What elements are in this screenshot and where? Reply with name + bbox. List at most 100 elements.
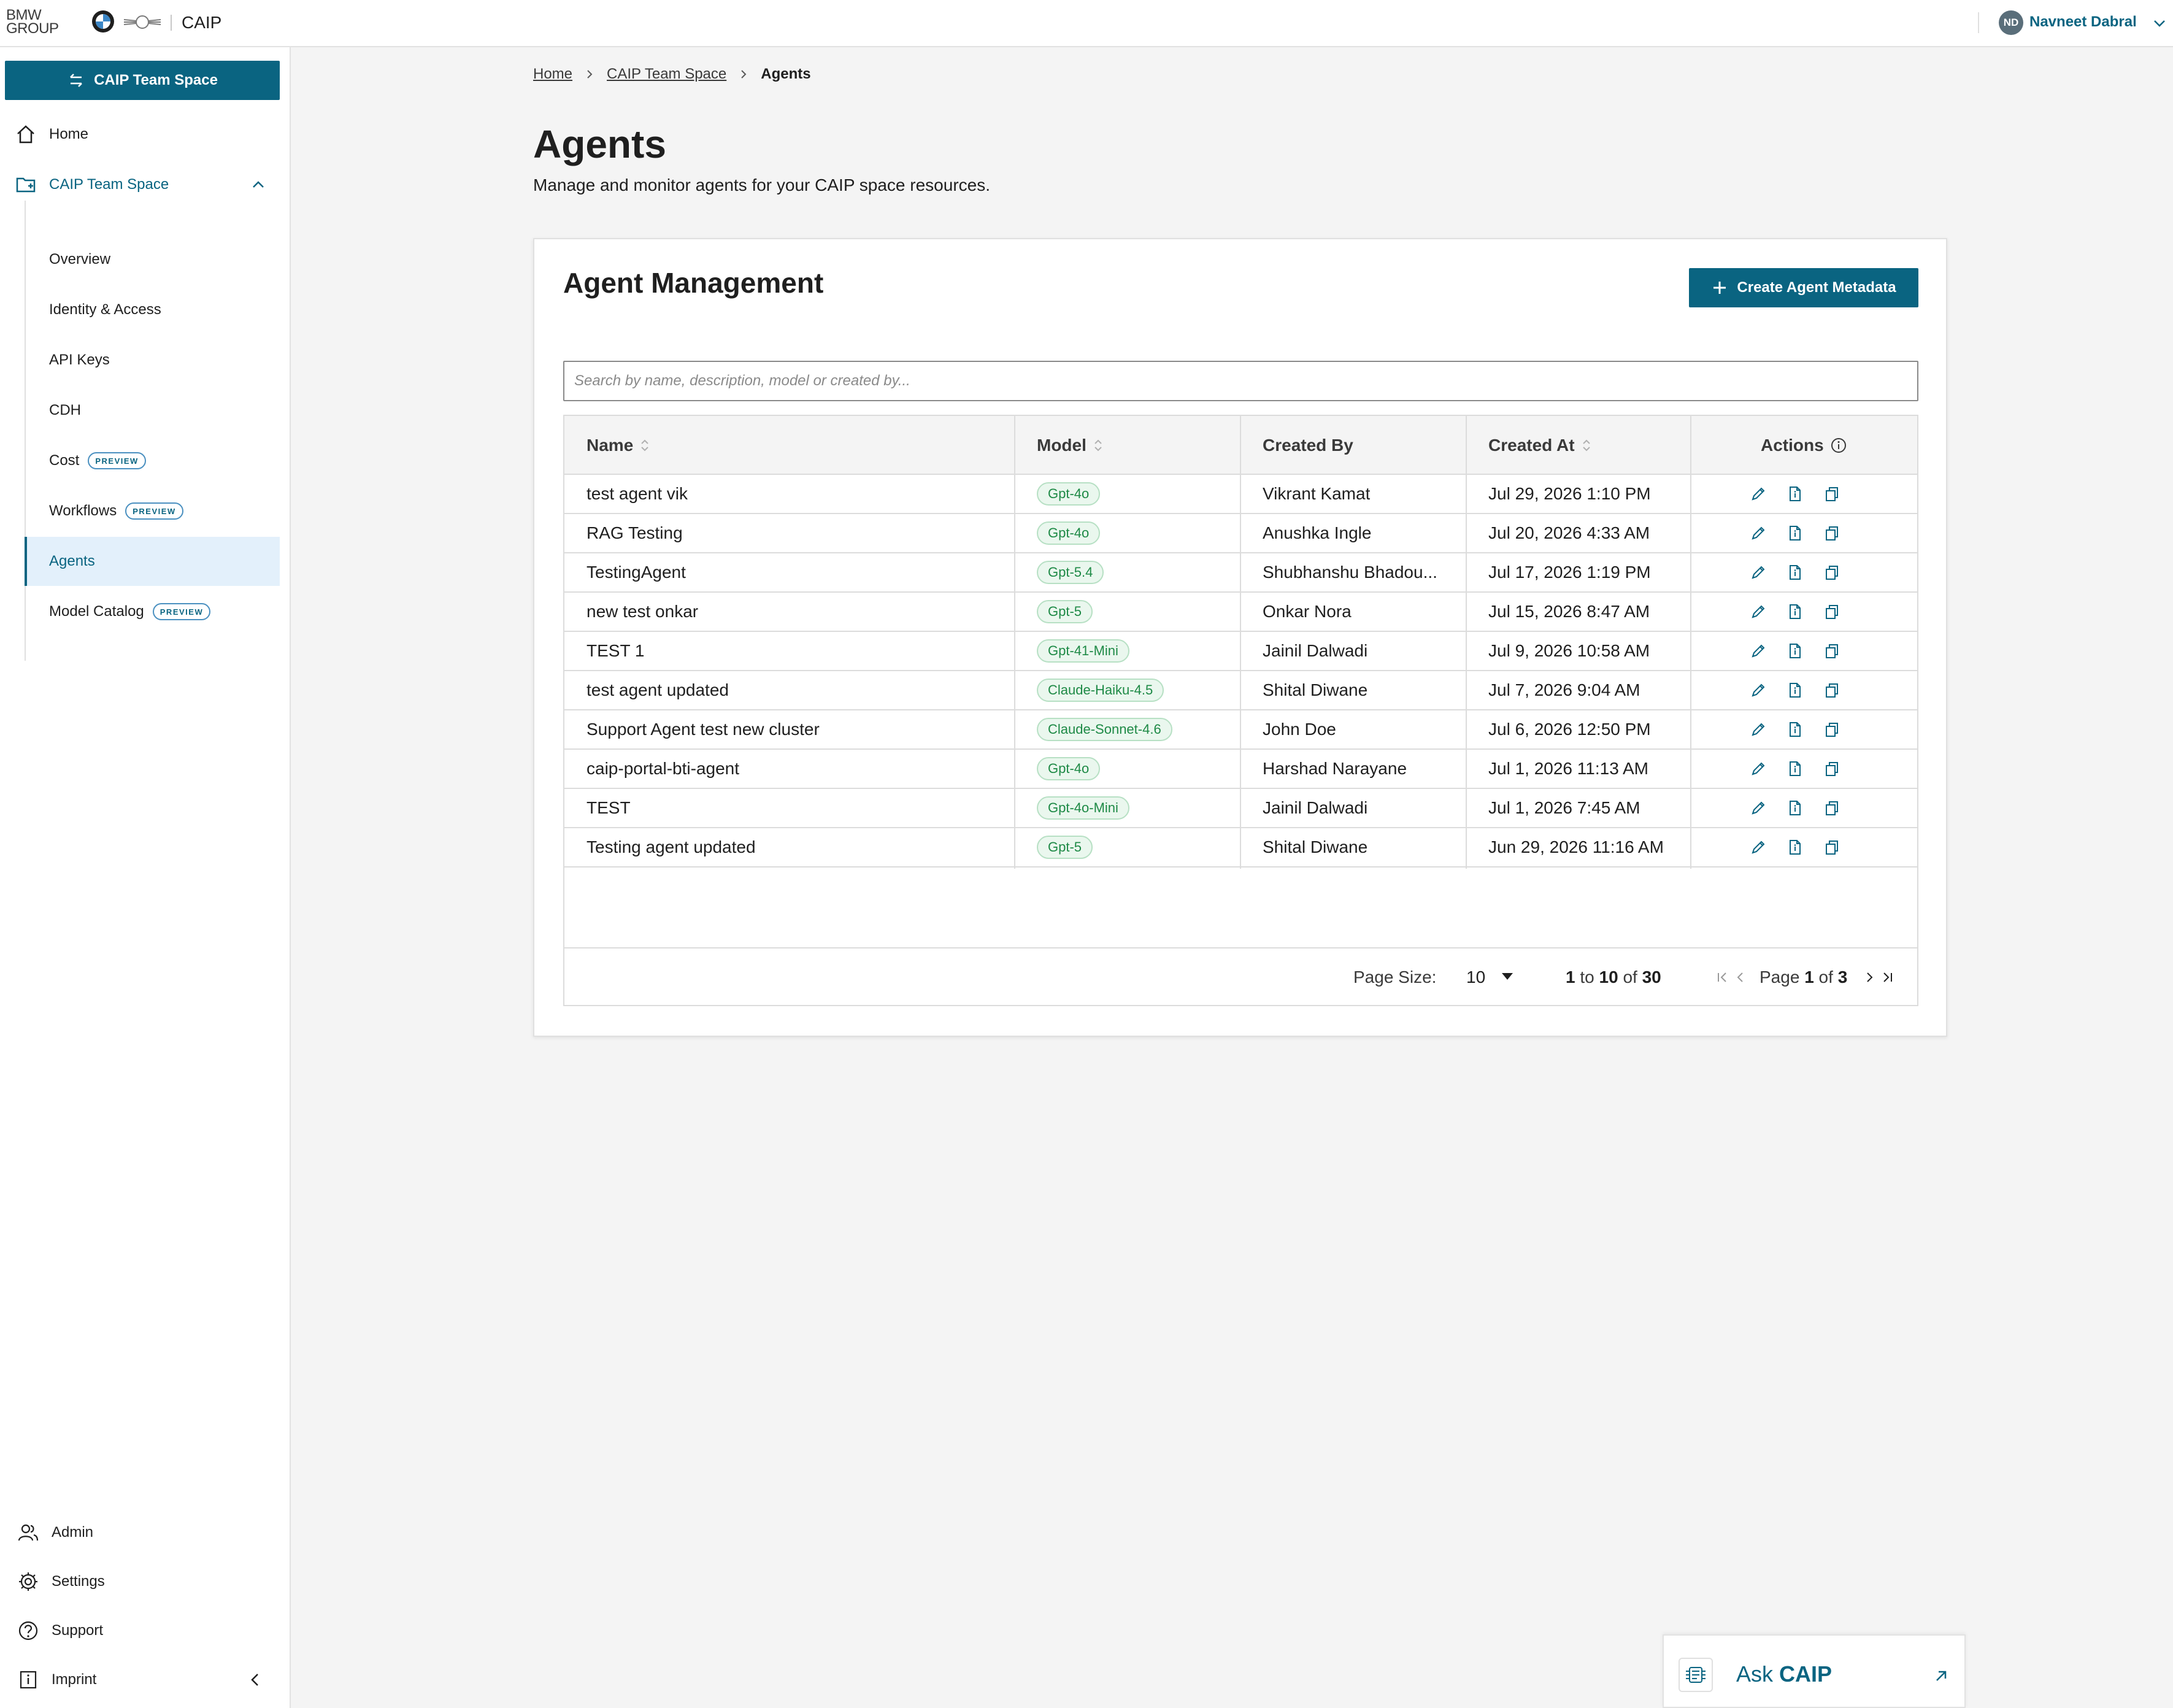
next-page-icon[interactable] (1861, 969, 1877, 985)
first-page-icon[interactable] (1714, 969, 1730, 985)
edit-icon[interactable] (1750, 721, 1767, 738)
column-header-created-at[interactable]: Created At (1488, 416, 1592, 475)
cell-model: Gpt-4o (1037, 750, 1101, 788)
copy-icon[interactable] (1823, 603, 1840, 620)
edit-icon[interactable] (1750, 682, 1767, 699)
column-header-name[interactable]: Name (587, 416, 650, 475)
chevron-right-icon (587, 70, 593, 79)
column-header-created-by[interactable]: Created By (1263, 416, 1353, 475)
sidebar-item-team-space[interactable]: CAIP Team Space (0, 166, 291, 203)
cell-created-by: Harshad Narayane (1263, 759, 1407, 778)
edit-icon[interactable] (1750, 760, 1767, 777)
edit-icon[interactable] (1750, 603, 1767, 620)
sidebar-item-cost[interactable]: Cost PREVIEW (26, 436, 280, 485)
sidebar-item-cdh[interactable]: CDH (26, 386, 280, 435)
switch-space-label: CAIP Team Space (94, 72, 218, 88)
sidebar-item-home[interactable]: Home (0, 116, 291, 153)
details-icon[interactable] (1786, 721, 1804, 738)
search-input[interactable] (563, 361, 1918, 401)
copy-icon[interactable] (1823, 564, 1840, 581)
copy-icon[interactable] (1823, 642, 1840, 660)
cell-model: Claude-Sonnet-4.6 (1037, 710, 1172, 748)
details-icon[interactable] (1786, 839, 1804, 856)
cell-name: new test onkar (587, 602, 699, 621)
model-badge: Claude-Sonnet-4.6 (1037, 718, 1172, 741)
chevron-up-icon[interactable] (250, 177, 266, 193)
cell-created-at: Jul 9, 2026 10:58 AM (1488, 641, 1650, 660)
table-row[interactable]: RAG Testing Gpt-4o Anushka Ingle Jul 20, 20… (564, 514, 1917, 553)
sidebar-item-model-catalog[interactable]: Model Catalog PREVIEW (26, 587, 280, 636)
edit-icon[interactable] (1750, 525, 1767, 542)
switch-space-button[interactable]: CAIP Team Space (5, 61, 280, 100)
table-row[interactable]: caip-portal-bti-agent Gpt-4o Harshad Naray… (564, 750, 1917, 789)
copy-icon[interactable] (1823, 682, 1840, 699)
gear-icon (19, 1572, 37, 1591)
details-icon[interactable] (1786, 799, 1804, 817)
edit-icon[interactable] (1750, 485, 1767, 502)
cell-model: Gpt-5 (1037, 828, 1093, 866)
table-row[interactable]: Testing agent updated Gpt-5 Shital Diwane J… (564, 828, 1917, 867)
table-row[interactable]: test agent vik Gpt-4o Vikrant Kamat Jul 29,… (564, 475, 1917, 514)
details-icon[interactable] (1786, 682, 1804, 699)
model-badge: Claude-Haiku-4.5 (1037, 679, 1164, 702)
details-icon[interactable] (1786, 642, 1804, 660)
info-box-icon (20, 1671, 37, 1689)
create-agent-metadata-button[interactable]: Create Agent Metadata (1689, 268, 1918, 307)
page-size-select[interactable]: 10 (1454, 962, 1521, 993)
table-row[interactable]: TestingAgent Gpt-5.4 Shubhanshu Bhadou... J… (564, 553, 1917, 593)
bmw-group-logo[interactable]: BMW GROUP (6, 8, 59, 36)
copy-icon[interactable] (1823, 799, 1840, 817)
copy-icon[interactable] (1823, 760, 1840, 777)
details-icon[interactable] (1786, 525, 1804, 542)
copy-icon[interactable] (1823, 485, 1840, 502)
details-icon[interactable] (1786, 760, 1804, 777)
details-icon[interactable] (1786, 485, 1804, 502)
breadcrumb-space-link[interactable]: CAIP Team Space (607, 66, 726, 83)
sidebar-item-admin[interactable]: Admin (0, 1514, 291, 1551)
copy-icon[interactable] (1823, 525, 1840, 542)
sidebar-item-imprint[interactable]: Imprint (0, 1661, 291, 1698)
cell-model: Gpt-5.4 (1037, 553, 1104, 591)
sidebar-item-settings[interactable]: Settings (0, 1563, 291, 1600)
cell-name: Testing agent updated (587, 837, 756, 856)
swap-icon (70, 74, 82, 87)
column-header-model[interactable]: Model (1037, 416, 1104, 475)
breadcrumb-home-link[interactable]: Home (533, 66, 572, 83)
info-icon[interactable] (1830, 437, 1847, 454)
edit-icon[interactable] (1750, 799, 1767, 817)
edit-icon[interactable] (1750, 839, 1767, 856)
cell-name: RAG Testing (587, 523, 683, 542)
details-icon[interactable] (1786, 564, 1804, 581)
edit-icon[interactable] (1750, 642, 1767, 660)
chevron-down-icon[interactable] (2152, 15, 2167, 31)
help-icon (18, 1621, 38, 1641)
edit-icon[interactable] (1750, 564, 1767, 581)
sidebar-item-agents[interactable]: Agents (25, 537, 280, 586)
sidebar-item-overview[interactable]: Overview (26, 235, 280, 284)
arrow-up-right-icon[interactable] (1933, 1668, 1950, 1685)
previous-page-icon[interactable] (1733, 969, 1748, 985)
copy-icon[interactable] (1823, 839, 1840, 856)
table-row[interactable]: Support Agent test new cluster Claude-Son… (564, 710, 1917, 750)
sidebar-item-identity-access[interactable]: Identity & Access (26, 285, 280, 334)
sidebar-item-api-keys[interactable]: API Keys (26, 336, 280, 385)
cell-name: caip-portal-bti-agent (587, 759, 740, 778)
chevron-right-icon (741, 70, 747, 79)
create-button-label: Create Agent Metadata (1737, 279, 1896, 296)
user-avatar[interactable]: ND (1999, 10, 2023, 35)
table-row[interactable]: TEST Gpt-4o-Mini Jainil Dalwadi Jul 1, 2026… (564, 789, 1917, 828)
last-page-icon[interactable] (1880, 969, 1896, 985)
details-icon[interactable] (1786, 603, 1804, 620)
collapse-sidebar-icon[interactable] (247, 1671, 264, 1688)
table-row[interactable]: new test onkar Gpt-5 Onkar Nora Jul 15, 202… (564, 593, 1917, 632)
sidebar-item-workflows[interactable]: Workflows PREVIEW (26, 487, 280, 536)
user-icon (18, 1524, 39, 1541)
user-name[interactable]: Navneet Dabral (2029, 13, 2137, 31)
copy-icon[interactable] (1823, 721, 1840, 738)
ask-caip-label: Ask CAIP (1736, 1661, 1833, 1687)
table-row[interactable]: test agent updated Claude-Haiku-4.5 Shital… (564, 671, 1917, 710)
sidebar-item-support[interactable]: Support (0, 1612, 291, 1649)
sidebar-item-label: Imprint (52, 1671, 97, 1688)
table-row[interactable]: TEST 1 Gpt-41-Mini Jainil Dalwadi Jul 9, 20… (564, 632, 1917, 671)
ask-caip-widget[interactable]: Ask CAIP (1663, 1634, 1966, 1708)
